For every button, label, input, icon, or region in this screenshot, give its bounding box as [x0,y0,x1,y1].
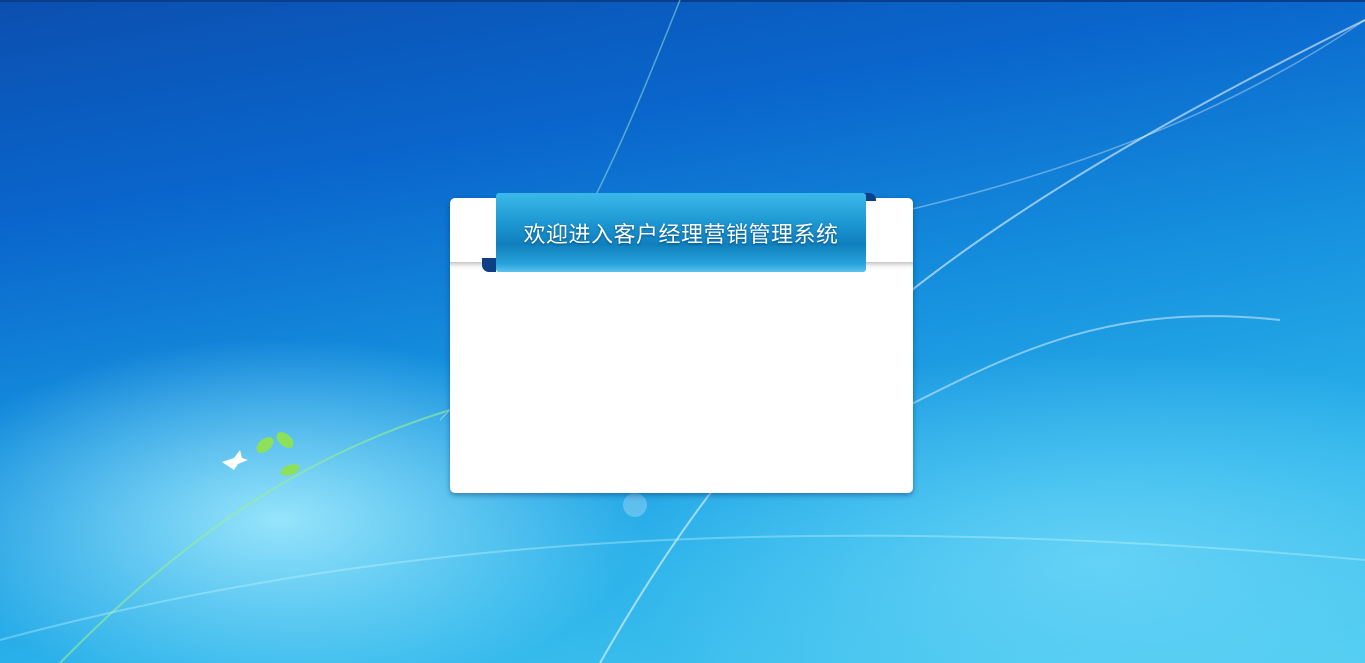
sprout-icon [256,432,300,476]
ribbon-fold-left [482,258,496,272]
title-ribbon: 欢迎进入客户经理营销管理系统 [496,193,866,272]
dialog-title: 欢迎进入客户经理营销管理系统 [523,221,839,247]
bird-icon [222,450,248,470]
